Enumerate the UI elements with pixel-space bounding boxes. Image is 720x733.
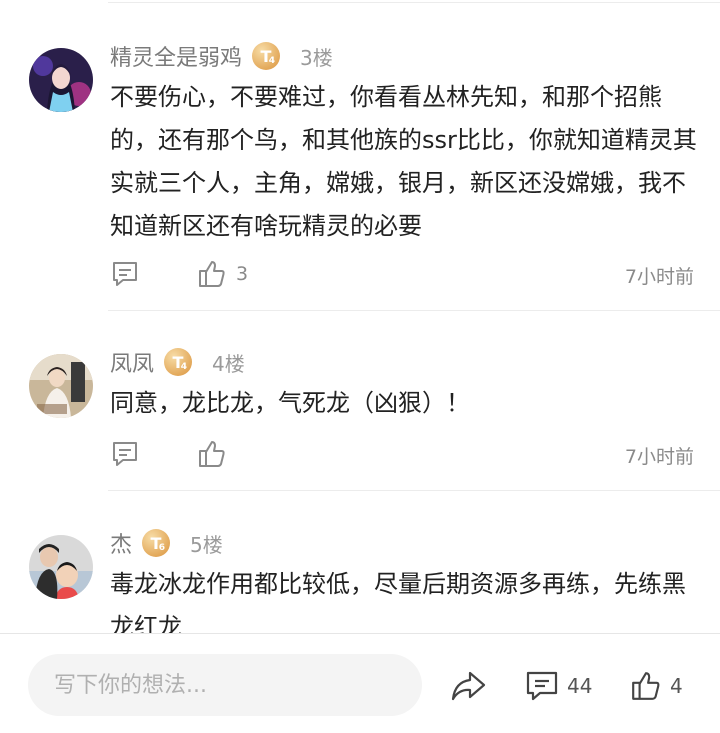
like-count: 4 (670, 674, 683, 698)
like-count: 3 (236, 263, 249, 285)
level-badge: T 6 (142, 529, 171, 557)
reply-icon[interactable] (110, 439, 140, 469)
author-row: 精灵全是弱鸡 T 4 3楼 (110, 41, 333, 71)
comment-feed: 精灵全是弱鸡 T 4 3楼 不要伤心，不要难过，你看看丛林先知，和那个招熊的，还… (0, 0, 720, 633)
author-name[interactable]: 精灵全是弱鸡 (110, 40, 242, 72)
level-badge: T 4 (164, 348, 193, 376)
avatar[interactable] (29, 535, 93, 599)
comment-input[interactable] (28, 654, 422, 716)
avatar[interactable] (29, 354, 93, 418)
comment-icon (526, 671, 558, 701)
like-button[interactable]: 4 (630, 669, 683, 703)
timestamp: 7小时前 (624, 446, 694, 468)
thumbs-up-icon (199, 261, 225, 287)
author-name[interactable]: 凤凤 (110, 346, 154, 378)
floor-label: 4楼 (212, 351, 245, 376)
reply-icon[interactable] (110, 259, 140, 289)
like-button[interactable]: 3 (198, 259, 248, 289)
level-number: 4 (268, 56, 276, 66)
divider (108, 310, 720, 311)
thumbs-up-icon (632, 672, 660, 700)
thumbs-up-icon (199, 441, 225, 467)
level-number: 6 (158, 543, 166, 553)
timestamp: 7小时前 (624, 266, 694, 288)
avatar[interactable] (29, 48, 93, 112)
author-row: 杰 T 6 5楼 (110, 528, 223, 558)
like-button[interactable] (198, 439, 236, 469)
bottom-action-bar: 44 4 (0, 633, 720, 733)
author-name[interactable]: 杰 (110, 527, 132, 559)
author-row: 凤凤 T 4 4楼 (110, 347, 245, 377)
comment-text: 同意，龙比龙，气死龙（凶狠）！ (110, 389, 470, 417)
level-badge: T 4 (252, 42, 281, 70)
share-icon[interactable] (450, 670, 486, 702)
comment-text: 毒龙冰龙作用都比较低，尽量后期资源多再练，先练黑龙红龙 (110, 570, 686, 633)
comment-actions: 7小时前 (110, 439, 694, 471)
floor-label: 3楼 (300, 45, 333, 70)
level-number: 4 (180, 362, 188, 372)
divider (108, 2, 720, 3)
comments-button[interactable]: 44 (525, 669, 592, 703)
divider (108, 490, 720, 491)
floor-label: 5楼 (190, 532, 223, 557)
comment-count: 44 (567, 674, 593, 698)
comment-actions: 3 7小时前 (110, 259, 694, 291)
comment-text: 不要伤心，不要难过，你看看丛林先知，和那个招熊的，还有那个鸟，和其他族的ssr比… (110, 83, 697, 240)
